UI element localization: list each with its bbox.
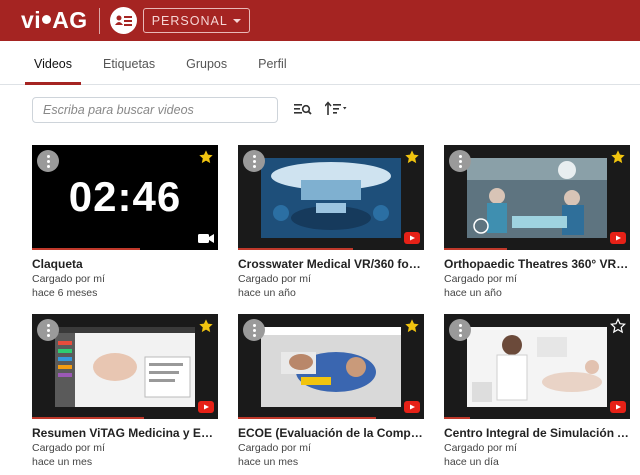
video-thumbnail[interactable] bbox=[444, 314, 630, 419]
video-uploader: Cargado por mí bbox=[444, 273, 517, 285]
search-input[interactable]: Escriba para buscar videos bbox=[32, 97, 278, 123]
tab-etiquetas[interactable]: Etiquetas bbox=[94, 41, 164, 84]
video-thumbnail[interactable] bbox=[444, 145, 630, 250]
search-list-icon[interactable] bbox=[294, 101, 312, 117]
video-card[interactable]: Orthopaedic Theatres 360° VR Tour Cargad… bbox=[444, 145, 630, 305]
video-card[interactable]: ECOE (Evaluación de la Competencia Objet… bbox=[238, 314, 424, 472]
logo-text-right: AG bbox=[52, 7, 88, 33]
video-uploader: Cargado por mí bbox=[32, 442, 105, 454]
video-card[interactable]: 02:46 Claqueta Cargado por mí hace 6 mes… bbox=[32, 145, 218, 305]
video-age: hace 6 meses bbox=[32, 287, 98, 299]
video-title[interactable]: ECOE (Evaluación de la Competencia Objet… bbox=[238, 426, 424, 440]
chevron-down-icon bbox=[232, 18, 241, 23]
video-age: hace un año bbox=[444, 287, 502, 299]
video-title[interactable]: Centro Integral de Simulación Avanzada bbox=[444, 426, 630, 440]
watch-progress-bar bbox=[444, 248, 508, 250]
youtube-icon bbox=[610, 401, 626, 413]
watch-progress-bar bbox=[32, 417, 144, 419]
top-navbar: vi AG PERSONAL bbox=[0, 0, 640, 41]
star-filled-icon[interactable] bbox=[198, 149, 214, 165]
star-outline-icon[interactable] bbox=[610, 318, 626, 334]
more-options-icon[interactable] bbox=[37, 319, 59, 341]
star-filled-icon[interactable] bbox=[404, 318, 420, 334]
video-uploader: Cargado por mí bbox=[32, 273, 105, 285]
more-options-icon[interactable] bbox=[243, 319, 265, 341]
video-title[interactable]: Crosswater Medical VR/360 for Surgical T… bbox=[238, 257, 424, 271]
watch-progress-bar bbox=[444, 417, 471, 419]
youtube-icon bbox=[404, 232, 420, 244]
video-age: hace un mes bbox=[238, 456, 299, 468]
tab-videos[interactable]: Videos bbox=[25, 41, 81, 85]
thumbnail-image bbox=[261, 327, 401, 407]
watch-progress-bar bbox=[238, 248, 354, 250]
watch-progress-bar bbox=[238, 417, 376, 419]
star-filled-icon[interactable] bbox=[404, 149, 420, 165]
video-title[interactable]: Claqueta bbox=[32, 257, 218, 271]
thumbnail-image bbox=[261, 158, 401, 238]
sort-dropdown-icon[interactable] bbox=[324, 101, 349, 117]
star-filled-icon[interactable] bbox=[610, 149, 626, 165]
video-uploader: Cargado por mí bbox=[444, 442, 517, 454]
thumbnail-clock-text: 02:46 bbox=[68, 173, 182, 220]
watch-progress-bar bbox=[32, 248, 140, 250]
video-title[interactable]: Resumen ViTAG Medicina y Enfermería bbox=[32, 426, 218, 440]
video-age: hace un año bbox=[238, 287, 296, 299]
star-filled-icon[interactable] bbox=[198, 318, 214, 334]
video-thumbnail[interactable]: 02:46 bbox=[32, 145, 218, 250]
more-options-icon[interactable] bbox=[449, 150, 471, 172]
video-card[interactable]: Centro Integral de Simulación Avanzada C… bbox=[444, 314, 630, 472]
video-card[interactable]: Resumen ViTAG Medicina y Enfermería Carg… bbox=[32, 314, 218, 472]
user-card-icon[interactable] bbox=[109, 7, 137, 34]
video-uploader: Cargado por mí bbox=[238, 273, 311, 285]
tab-perfil[interactable]: Perfil bbox=[249, 41, 295, 84]
mode-label: PERSONAL bbox=[151, 13, 228, 28]
youtube-icon bbox=[610, 232, 626, 244]
main-tabs: Videos Etiquetas Grupos Perfil bbox=[0, 41, 640, 85]
header-divider bbox=[98, 7, 100, 34]
video-title[interactable]: Orthopaedic Theatres 360° VR Tour bbox=[444, 257, 630, 271]
video-uploader: Cargado por mí bbox=[238, 442, 311, 454]
more-options-icon[interactable] bbox=[449, 319, 471, 341]
video-age: hace un mes bbox=[32, 456, 93, 468]
tab-grupos[interactable]: Grupos bbox=[177, 41, 236, 84]
mode-dropdown-button[interactable]: PERSONAL bbox=[142, 8, 250, 33]
video-thumbnail[interactable] bbox=[238, 145, 424, 250]
youtube-icon bbox=[198, 401, 214, 413]
camera-icon bbox=[198, 234, 214, 243]
youtube-icon bbox=[404, 401, 420, 413]
video-age: hace un día bbox=[444, 456, 499, 468]
vitag-logo[interactable]: vi AG bbox=[21, 0, 88, 41]
video-thumbnail[interactable] bbox=[32, 314, 218, 419]
more-options-icon[interactable] bbox=[37, 150, 59, 172]
more-options-icon[interactable] bbox=[243, 150, 265, 172]
thumbnail-image bbox=[467, 158, 607, 238]
logo-text-left: vi bbox=[21, 7, 42, 33]
video-card[interactable]: Crosswater Medical VR/360 for Surgical T… bbox=[238, 145, 424, 305]
video-thumbnail[interactable] bbox=[238, 314, 424, 419]
thumbnail-image bbox=[467, 327, 607, 407]
thumbnail-image bbox=[55, 327, 195, 407]
logo-dot bbox=[42, 15, 52, 24]
